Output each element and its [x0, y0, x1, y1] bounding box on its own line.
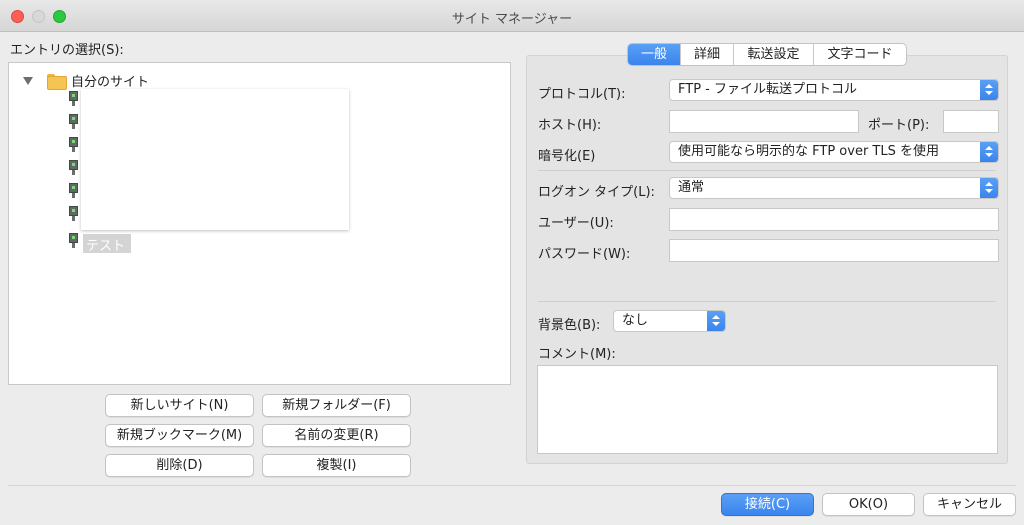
- comment-label: コメント(M):: [538, 347, 616, 362]
- select-arrows-icon: [980, 178, 998, 198]
- bgcolor-value: なし: [622, 313, 649, 328]
- select-arrows-icon: [980, 80, 998, 100]
- encryption-label: 暗号化(E): [538, 149, 596, 164]
- bgcolor-select[interactable]: なし: [613, 310, 726, 332]
- folder-icon: [47, 73, 67, 90]
- site-server-icon[interactable]: [67, 91, 81, 107]
- site-server-icon[interactable]: [67, 160, 81, 176]
- site-server-icon[interactable]: [67, 114, 81, 130]
- port-input[interactable]: [943, 110, 999, 133]
- ok-button[interactable]: OK(O): [822, 493, 915, 516]
- tab-advanced[interactable]: 詳細: [681, 44, 734, 65]
- logon-type-value: 通常: [678, 180, 705, 195]
- tab-transfer-settings[interactable]: 転送設定: [734, 44, 814, 65]
- protocol-value: FTP - ファイル転送プロトコル: [678, 82, 857, 97]
- site-server-icon[interactable]: [67, 137, 81, 153]
- tree-root-label: 自分のサイト: [71, 75, 150, 90]
- logon-type-select[interactable]: 通常: [669, 177, 999, 199]
- window-title: サイト マネージャー: [451, 12, 573, 27]
- bgcolor-label: 背景色(B):: [538, 318, 601, 333]
- password-input[interactable]: [669, 239, 999, 262]
- tab-general[interactable]: 一般: [628, 44, 681, 65]
- user-input[interactable]: [669, 208, 999, 231]
- connect-button[interactable]: 接続(C): [721, 493, 814, 516]
- entry-select-label: エントリの選択(S):: [10, 43, 124, 58]
- select-arrows-icon: [980, 142, 998, 162]
- new-folder-button[interactable]: 新規フォルダー(F): [262, 394, 411, 417]
- rename-button[interactable]: 名前の変更(R): [262, 424, 411, 447]
- protocol-select[interactable]: FTP - ファイル転送プロトコル: [669, 79, 999, 101]
- password-label: パスワード(W):: [538, 247, 631, 262]
- logon-type-label: ログオン タイプ(L):: [538, 185, 655, 200]
- cancel-button[interactable]: キャンセル: [923, 493, 1016, 516]
- user-label: ユーザー(U):: [538, 216, 614, 231]
- tab-charset[interactable]: 文字コード: [814, 44, 906, 65]
- new-site-button[interactable]: 新しいサイト(N): [105, 394, 254, 417]
- host-input[interactable]: [669, 110, 859, 133]
- encryption-select[interactable]: 使用可能なら明示的な FTP over TLS を使用: [669, 141, 999, 163]
- comment-textarea[interactable]: [537, 365, 998, 454]
- tree-root-my-sites[interactable]: 自分のサイト: [23, 71, 149, 90]
- delete-button[interactable]: 削除(D): [105, 454, 254, 477]
- site-server-icon[interactable]: [67, 183, 81, 199]
- divider: [538, 301, 996, 302]
- divider: [538, 170, 996, 171]
- host-label: ホスト(H):: [538, 118, 602, 133]
- site-manager-window: サイト マネージャー エントリの選択(S): 自分のサイト テスト 新しいサイト…: [0, 0, 1024, 525]
- settings-tabs: 一般 詳細 転送設定 文字コード: [627, 43, 907, 66]
- disclosure-triangle-icon[interactable]: [23, 76, 33, 85]
- port-label: ポート(P):: [868, 118, 930, 133]
- select-arrows-icon: [707, 311, 725, 331]
- site-server-icon[interactable]: [67, 206, 81, 222]
- site-name-overlay: [81, 89, 349, 230]
- new-bookmark-button[interactable]: 新規ブックマーク(M): [105, 424, 254, 447]
- protocol-label: プロトコル(T):: [538, 87, 626, 102]
- encryption-value: 使用可能なら明示的な FTP over TLS を使用: [678, 144, 939, 159]
- selected-site-item[interactable]: テスト: [83, 234, 132, 254]
- title-bar[interactable]: サイト マネージャー: [0, 0, 1024, 32]
- duplicate-button[interactable]: 複製(I): [262, 454, 411, 477]
- site-server-icon[interactable]: [67, 233, 81, 249]
- site-tree[interactable]: 自分のサイト テスト: [8, 62, 511, 385]
- footer-divider: [8, 485, 1016, 486]
